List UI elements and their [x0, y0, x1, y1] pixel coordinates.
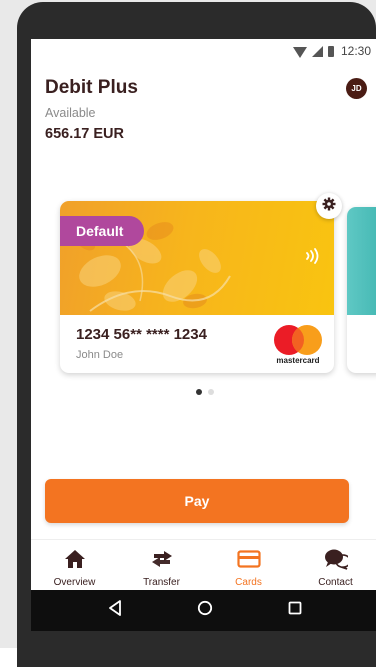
signal-icon — [311, 45, 323, 57]
back-icon[interactable] — [108, 600, 122, 621]
avatar[interactable]: JD — [346, 78, 367, 99]
nav-item-transfer[interactable]: Transfer — [118, 540, 205, 590]
balance-value: 656.17 EUR — [45, 126, 124, 142]
next-card-peek[interactable] — [347, 207, 376, 373]
carousel-dot-active[interactable] — [196, 389, 202, 395]
card-holder-name: John Doe — [76, 349, 124, 361]
mastercard-wordmark: mastercard — [276, 356, 320, 365]
nav-label: Transfer — [143, 577, 180, 588]
status-time: 12:30 — [340, 44, 371, 58]
wifi-icon — [292, 46, 307, 58]
chat-bubbles-icon — [324, 547, 348, 571]
card-number: 1234 56** **** 1234 — [76, 326, 207, 343]
card-icon — [236, 547, 261, 571]
recents-square-icon[interactable] — [288, 601, 302, 620]
bottom-navigation: Overview Transfer Cards Contact — [31, 539, 376, 590]
home-circle-icon[interactable] — [197, 600, 213, 621]
phone-frame: 12:30 Debit Plus JD Available 656.17 EUR — [17, 2, 376, 667]
contactless-icon — [304, 247, 322, 270]
card-settings-button[interactable] — [316, 193, 342, 219]
default-badge: Default — [60, 216, 144, 246]
status-bar: 12:30 — [31, 39, 376, 63]
app-screen: 12:30 Debit Plus JD Available 656.17 EUR — [31, 39, 376, 631]
nav-item-overview[interactable]: Overview — [31, 540, 118, 590]
home-icon — [64, 547, 86, 571]
gear-icon — [322, 197, 336, 215]
nav-label: Overview — [53, 577, 96, 588]
account-title: Debit Plus — [45, 77, 138, 98]
available-label: Available — [45, 106, 96, 120]
nav-label: Cards — [235, 577, 262, 588]
transfer-arrows-icon — [150, 547, 174, 571]
carousel-indicator — [31, 389, 376, 395]
battery-icon — [327, 45, 334, 57]
pay-button[interactable]: Pay — [45, 479, 349, 523]
nav-item-contact[interactable]: Contact — [292, 540, 376, 590]
system-navigation-bar — [31, 590, 376, 631]
payment-card[interactable]: Default 1234 56** **** 1234 John Doe mas… — [60, 201, 334, 373]
nav-label: Contact — [318, 577, 353, 588]
carousel-dot[interactable] — [208, 389, 214, 395]
nav-item-cards[interactable]: Cards — [205, 540, 292, 590]
